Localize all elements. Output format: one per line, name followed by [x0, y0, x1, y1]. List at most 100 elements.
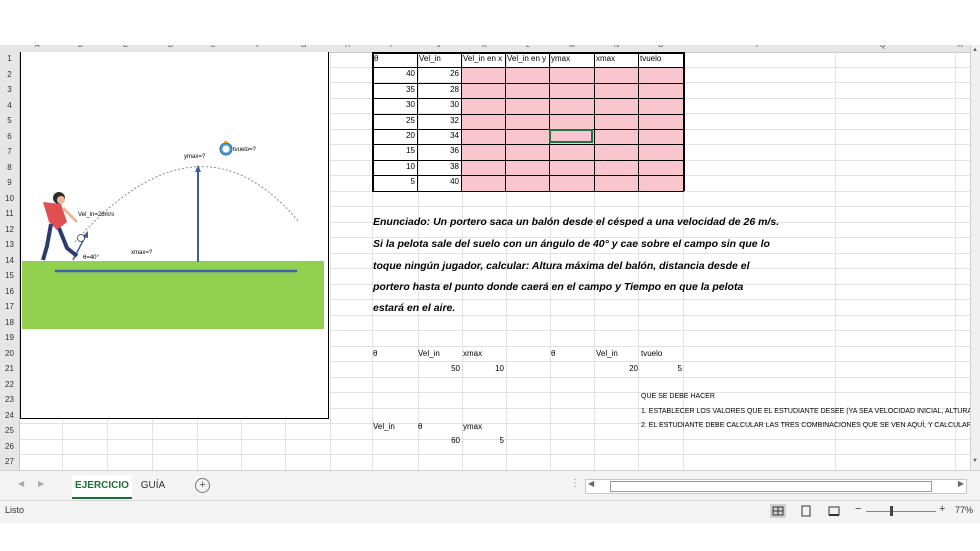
row-header-6[interactable]: 6	[0, 130, 19, 144]
zoom-slider[interactable]	[866, 506, 936, 516]
col-header-r[interactable]: R	[958, 45, 963, 49]
col-header-c[interactable]: C	[123, 45, 128, 49]
row-header-16[interactable]: 16	[0, 285, 19, 299]
col-header-m[interactable]: M	[569, 45, 575, 49]
t2-header-theta[interactable]: θ	[373, 347, 377, 361]
scroll-down-icon[interactable]: ▼	[972, 458, 978, 464]
t2-header-velin[interactable]: Vel_in	[418, 347, 440, 361]
velin-cell[interactable]: 38	[417, 160, 459, 174]
hscroll-left-icon[interactable]: ◀	[588, 479, 594, 488]
zoom-level[interactable]: 77%	[955, 505, 973, 515]
col-header-f[interactable]: F	[256, 45, 260, 49]
row-header-18[interactable]: 18	[0, 316, 19, 330]
t4-header-theta[interactable]: θ	[418, 420, 422, 434]
col-header-g[interactable]: G	[301, 45, 306, 49]
row-header-12[interactable]: 12	[0, 223, 19, 237]
theta-cell[interactable]: 25	[372, 114, 415, 128]
tab-scroll-left-icon[interactable]: ◀	[18, 479, 24, 488]
t4-theta-value[interactable]: 60	[418, 434, 460, 448]
page-break-button[interactable]	[826, 504, 842, 518]
row-header-21[interactable]: 21	[0, 362, 19, 376]
tab-ejercicio[interactable]: EJERCICIO	[72, 475, 132, 499]
col-header-i[interactable]: I	[390, 45, 392, 49]
page-layout-button[interactable]	[798, 504, 814, 518]
velin-cell[interactable]: 34	[417, 129, 459, 143]
row-header-2[interactable]: 2	[0, 68, 19, 82]
table-header-cell[interactable]: ymax	[551, 52, 593, 66]
t4-header-velin[interactable]: Vel_in	[373, 420, 395, 434]
row-header-23[interactable]: 23	[0, 393, 19, 407]
row-header-5[interactable]: 5	[0, 114, 19, 128]
t2-header-xmax[interactable]: xmax	[463, 347, 482, 361]
row-header-19[interactable]: 19	[0, 331, 19, 345]
add-sheet-button[interactable]: +	[195, 478, 210, 493]
row-header-7[interactable]: 7	[0, 145, 19, 159]
col-header-q[interactable]: Q	[880, 45, 885, 49]
notes-title[interactable]: QUE SE DEBE HACER	[641, 390, 715, 404]
t3-tvuelo-value[interactable]: 5	[641, 362, 682, 376]
row-header-24[interactable]: 24	[0, 409, 19, 423]
col-header-n[interactable]: N	[614, 45, 619, 49]
velin-cell[interactable]: 36	[417, 144, 459, 158]
velin-cell[interactable]: 26	[417, 67, 459, 81]
table-header-cell[interactable]: xmax	[596, 52, 637, 66]
hscroll-right-icon[interactable]: ▶	[958, 479, 964, 488]
tab-split-handle[interactable]: ⋮	[570, 478, 580, 489]
row-header-26[interactable]: 26	[0, 440, 19, 454]
theta-cell[interactable]: 40	[372, 67, 415, 81]
zoom-out-button[interactable]: −	[855, 503, 861, 515]
row-header-strip[interactable]: 1 2 3 4 5 6 7 8 9 10 11 12 13 14 15 16 17 18 19 20 21 22 23 24 2…	[0, 52, 20, 470]
row-header-27[interactable]: 27	[0, 455, 19, 469]
row-header-1[interactable]: 1	[0, 52, 19, 66]
row-header-9[interactable]: 9	[0, 176, 19, 190]
theta-cell[interactable]: 35	[372, 83, 415, 97]
t3-header-tvuelo[interactable]: tvuelo	[641, 347, 662, 361]
col-header-k[interactable]: K	[482, 45, 487, 49]
velin-cell[interactable]: 40	[417, 175, 459, 189]
horizontal-scrollbar[interactable]: ◀ ▶	[585, 479, 967, 494]
notes-line-1[interactable]: 1. ESTABLECER LOS VALORES QUE EL ESTUDIA…	[641, 405, 970, 419]
row-header-11[interactable]: 11	[0, 207, 19, 221]
row-header-17[interactable]: 17	[0, 300, 19, 314]
theta-cell[interactable]: 10	[372, 160, 415, 174]
theta-cell[interactable]: 15	[372, 144, 415, 158]
t4-ymax-value[interactable]: 5	[463, 434, 504, 448]
col-header-e[interactable]: E	[211, 45, 216, 49]
t3-header-velin[interactable]: Vel_in	[596, 347, 618, 361]
table-header-cell[interactable]: Vel_in en x	[463, 52, 504, 66]
theta-cell[interactable]: 30	[372, 98, 415, 112]
zoom-slider-thumb[interactable]	[890, 506, 893, 516]
tab-scroll-right-icon[interactable]: ▶	[38, 479, 44, 488]
notes-line-2[interactable]: 2. EL ESTUDIANTE DEBE CALCULAR LAS TRES …	[641, 419, 970, 433]
col-header-l[interactable]: L	[526, 45, 530, 49]
table-header-cell[interactable]: θ	[374, 52, 416, 66]
vertical-scrollbar[interactable]: ▲ ▼	[970, 45, 980, 470]
row-header-25[interactable]: 25	[0, 424, 19, 438]
zoom-in-button[interactable]: +	[939, 503, 945, 515]
velin-cell[interactable]: 30	[417, 98, 459, 112]
t2-velin-value[interactable]: 50	[418, 362, 460, 376]
col-header-b[interactable]: B	[78, 45, 83, 49]
scroll-up-icon[interactable]: ▲	[972, 47, 978, 53]
hscroll-thumb[interactable]	[610, 481, 932, 492]
row-header-4[interactable]: 4	[0, 99, 19, 113]
normal-view-button[interactable]	[770, 504, 786, 518]
table-header-cell[interactable]: tvuelo	[640, 52, 682, 66]
row-header-3[interactable]: 3	[0, 83, 19, 97]
t3-header-theta[interactable]: θ	[551, 347, 555, 361]
col-header-a[interactable]: A	[35, 45, 40, 49]
tab-guia[interactable]: GUÍA	[136, 475, 170, 497]
col-header-d[interactable]: D	[168, 45, 173, 49]
t3-velin-value[interactable]: 20	[596, 362, 638, 376]
theta-cell[interactable]: 20	[372, 129, 415, 143]
col-header-j[interactable]: J	[437, 45, 441, 49]
col-header-o[interactable]: O	[658, 45, 663, 49]
row-header-13[interactable]: 13	[0, 238, 19, 252]
projectile-diagram-picture[interactable]: ymax=? tvuelo=? Vel_in=26m/s θ=40° xmax=…	[20, 52, 329, 419]
selected-cell[interactable]	[549, 129, 593, 144]
velin-cell[interactable]: 32	[417, 114, 459, 128]
t2-xmax-value[interactable]: 10	[463, 362, 504, 376]
row-header-14[interactable]: 14	[0, 254, 19, 268]
row-header-20[interactable]: 20	[0, 347, 19, 361]
row-header-22[interactable]: 22	[0, 378, 19, 392]
